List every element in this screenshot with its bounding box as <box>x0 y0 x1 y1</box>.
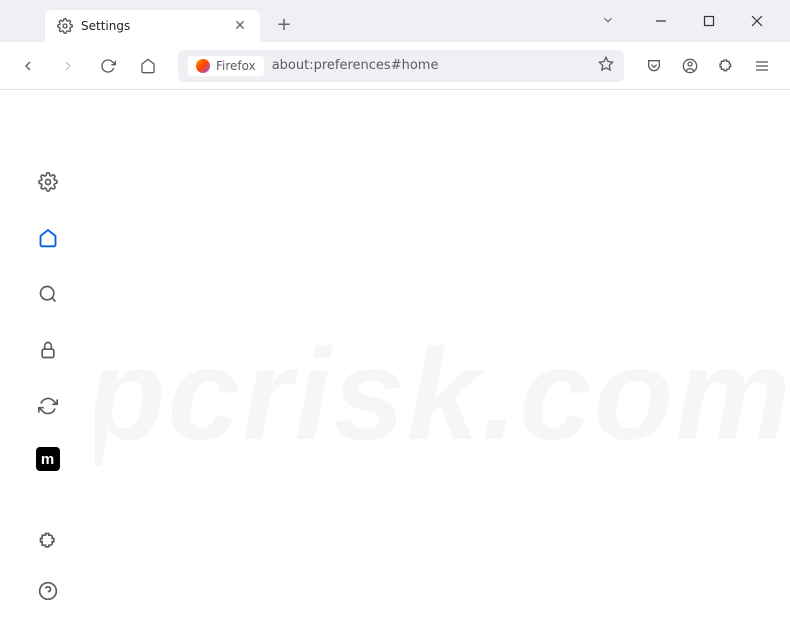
sidebar-more-mozilla[interactable]: m <box>36 447 60 471</box>
sidebar-general[interactable] <box>33 167 63 197</box>
sidebar-help[interactable] <box>33 576 63 606</box>
forward-button[interactable] <box>52 50 84 82</box>
settings-sidebar: m <box>0 90 95 618</box>
url-badge-text: Firefox <box>216 59 256 73</box>
sidebar-privacy[interactable] <box>33 335 63 365</box>
bookmark-star-icon[interactable] <box>598 56 614 76</box>
pocket-button[interactable] <box>638 50 670 82</box>
sidebar-home[interactable] <box>33 223 63 253</box>
watermark: pcrisk.com <box>117 110 762 618</box>
gear-icon <box>57 18 73 34</box>
close-window-button[interactable] <box>744 8 770 34</box>
reload-button[interactable] <box>92 50 124 82</box>
sidebar-extensions[interactable] <box>33 526 63 556</box>
tab-settings[interactable]: Settings ✕ <box>45 10 260 42</box>
sidebar-sync[interactable] <box>33 391 63 421</box>
url-identity-badge[interactable]: Firefox <box>188 56 264 76</box>
app-menu-button[interactable] <box>746 50 778 82</box>
nav-toolbar: Firefox about:preferences#home <box>0 42 790 90</box>
tabs-dropdown[interactable] <box>601 12 615 31</box>
back-button[interactable] <box>12 50 44 82</box>
window-controls <box>648 0 790 42</box>
account-button[interactable] <box>674 50 706 82</box>
extensions-button[interactable] <box>710 50 742 82</box>
close-icon[interactable]: ✕ <box>232 18 248 34</box>
minimize-button[interactable] <box>648 8 674 34</box>
tab-title: Settings <box>81 19 232 33</box>
tab-bar: Settings ✕ + <box>0 0 790 42</box>
url-bar[interactable]: Firefox about:preferences#home <box>178 50 624 82</box>
firefox-icon <box>196 59 210 73</box>
url-text: about:preferences#home <box>272 58 590 73</box>
main-content: pcrisk.com Home Restore Defaults New Win… <box>95 90 790 618</box>
sidebar-search[interactable] <box>33 279 63 309</box>
home-button[interactable] <box>132 50 164 82</box>
new-tab-button[interactable]: + <box>270 10 298 38</box>
maximize-button[interactable] <box>696 8 722 34</box>
